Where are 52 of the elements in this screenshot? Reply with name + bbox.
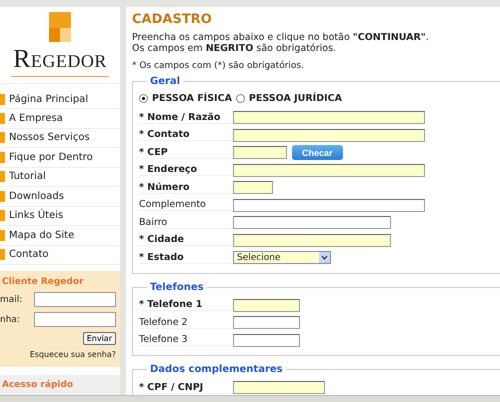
logo-text: Regedor <box>11 44 109 78</box>
logo-icon <box>49 12 71 42</box>
menu-item[interactable]: A Empresa <box>9 113 63 124</box>
section-title: Geral <box>149 76 182 87</box>
state-dropdown[interactable]: Selecione <box>233 251 331 264</box>
input-field[interactable] <box>233 146 287 160</box>
input-field[interactable] <box>233 234 391 247</box>
input-field[interactable] <box>233 198 425 212</box>
intro-text: Os campos em NEGRITO são obrigatórios. <box>132 43 338 54</box>
input-field[interactable] <box>233 216 391 230</box>
quick-access-header: Acesso rápido <box>0 375 120 396</box>
input-field[interactable] <box>233 316 300 330</box>
input-field[interactable] <box>233 381 325 394</box>
bullet-icon <box>0 230 5 241</box>
field-label: nha: <box>0 314 20 325</box>
radio-label: PESSOA FÍSICA <box>152 93 232 104</box>
bullet-icon <box>0 152 5 163</box>
panel-title: Cliente Regedor <box>1 277 84 288</box>
input-field[interactable] <box>34 312 116 328</box>
bullet-icon <box>0 249 5 260</box>
bullet-icon <box>0 113 5 124</box>
bullet-icon <box>0 132 5 144</box>
input-field[interactable] <box>233 111 425 124</box>
send-button[interactable]: Enviar <box>82 332 116 346</box>
radio-button[interactable] <box>139 94 148 103</box>
menu-item[interactable]: Mapa do Site <box>9 230 74 241</box>
input-field[interactable] <box>233 298 300 312</box>
input-field[interactable] <box>233 128 425 142</box>
section-title: Dados complementares <box>149 364 284 375</box>
menu-item[interactable]: Fique por Dentro <box>9 152 93 163</box>
bullet-icon <box>0 94 5 105</box>
field-label: mail: <box>0 294 22 305</box>
menu-item[interactable]: Contato <box>9 249 49 260</box>
menu-item[interactable]: Downloads <box>9 190 64 202</box>
bullet-icon <box>0 171 5 182</box>
input-field[interactable] <box>233 334 300 347</box>
menu-item[interactable]: Links Úteis <box>9 210 64 222</box>
input-field[interactable] <box>233 164 425 177</box>
bullet-icon <box>0 190 5 202</box>
section-title: Telefones <box>149 282 205 292</box>
menu-item[interactable]: Tutorial <box>9 171 46 182</box>
input-field[interactable] <box>233 181 273 194</box>
required-note: * Os campos com (*) são obrigatórios. <box>132 61 305 71</box>
menu-item[interactable]: Nossos Serviços <box>9 132 90 144</box>
intro-text: Preencha os campos abaixo e clique no botão "CONTINUAR". <box>132 32 430 43</box>
radio-label: PESSOA JURÍDICA <box>248 93 342 104</box>
page-title: CADASTRO <box>132 12 213 27</box>
radio-button[interactable] <box>236 94 245 103</box>
forgot-password-link[interactable]: Esqueceu sua senha? <box>0 350 116 360</box>
bullet-icon <box>0 210 5 222</box>
input-field[interactable] <box>34 292 116 308</box>
menu-item[interactable]: Página Principal <box>9 94 88 105</box>
